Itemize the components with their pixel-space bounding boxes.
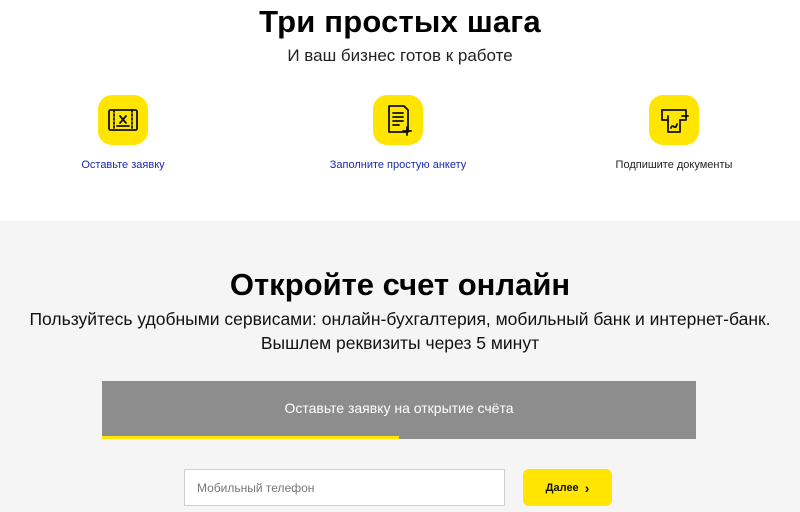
step-label-questionnaire[interactable]: Заполните простую анкету <box>278 159 518 171</box>
open-account-title: Откройте счет онлайн <box>229 267 571 302</box>
phone-input[interactable] <box>184 469 505 506</box>
description-line-2: Вышлем реквизиты через 5 минут <box>260 333 540 353</box>
step-sign: Подпишите документы <box>554 95 794 171</box>
step-application: Оставьте заявку <box>3 95 243 171</box>
form-progress-bar <box>102 436 696 439</box>
sign-document-icon <box>649 95 699 145</box>
steps-subtitle: И ваш бизнес готов к работе <box>287 46 513 65</box>
description-line-1: Пользуйтесь удобными сервисами: онлайн-б… <box>29 309 771 329</box>
next-button-label: Далее <box>545 481 579 494</box>
application-form-panel: Оставьте заявку на открытие счёта <box>102 381 696 439</box>
steps-title: Три простых шага <box>259 4 541 39</box>
open-account-description: Пользуйтесь удобными сервисами: онлайн-б… <box>0 307 800 355</box>
next-button[interactable]: Далее › <box>523 469 612 506</box>
document-add-icon <box>373 95 423 145</box>
step-label-sign: Подпишите документы <box>615 159 733 171</box>
step-questionnaire: Заполните простую анкету <box>278 95 518 171</box>
form-progress-fill <box>102 436 399 439</box>
step-label-application[interactable]: Оставьте заявку <box>3 159 243 171</box>
steps-section: Три простых шага И ваш бизнес готов к ра… <box>0 0 800 221</box>
form-header: Оставьте заявку на открытие счёта <box>284 400 514 416</box>
open-account-section: Откройте счет онлайн Пользуйтесь удобным… <box>0 221 800 512</box>
application-form-icon <box>98 95 148 145</box>
chevron-right-icon: › <box>584 479 590 496</box>
